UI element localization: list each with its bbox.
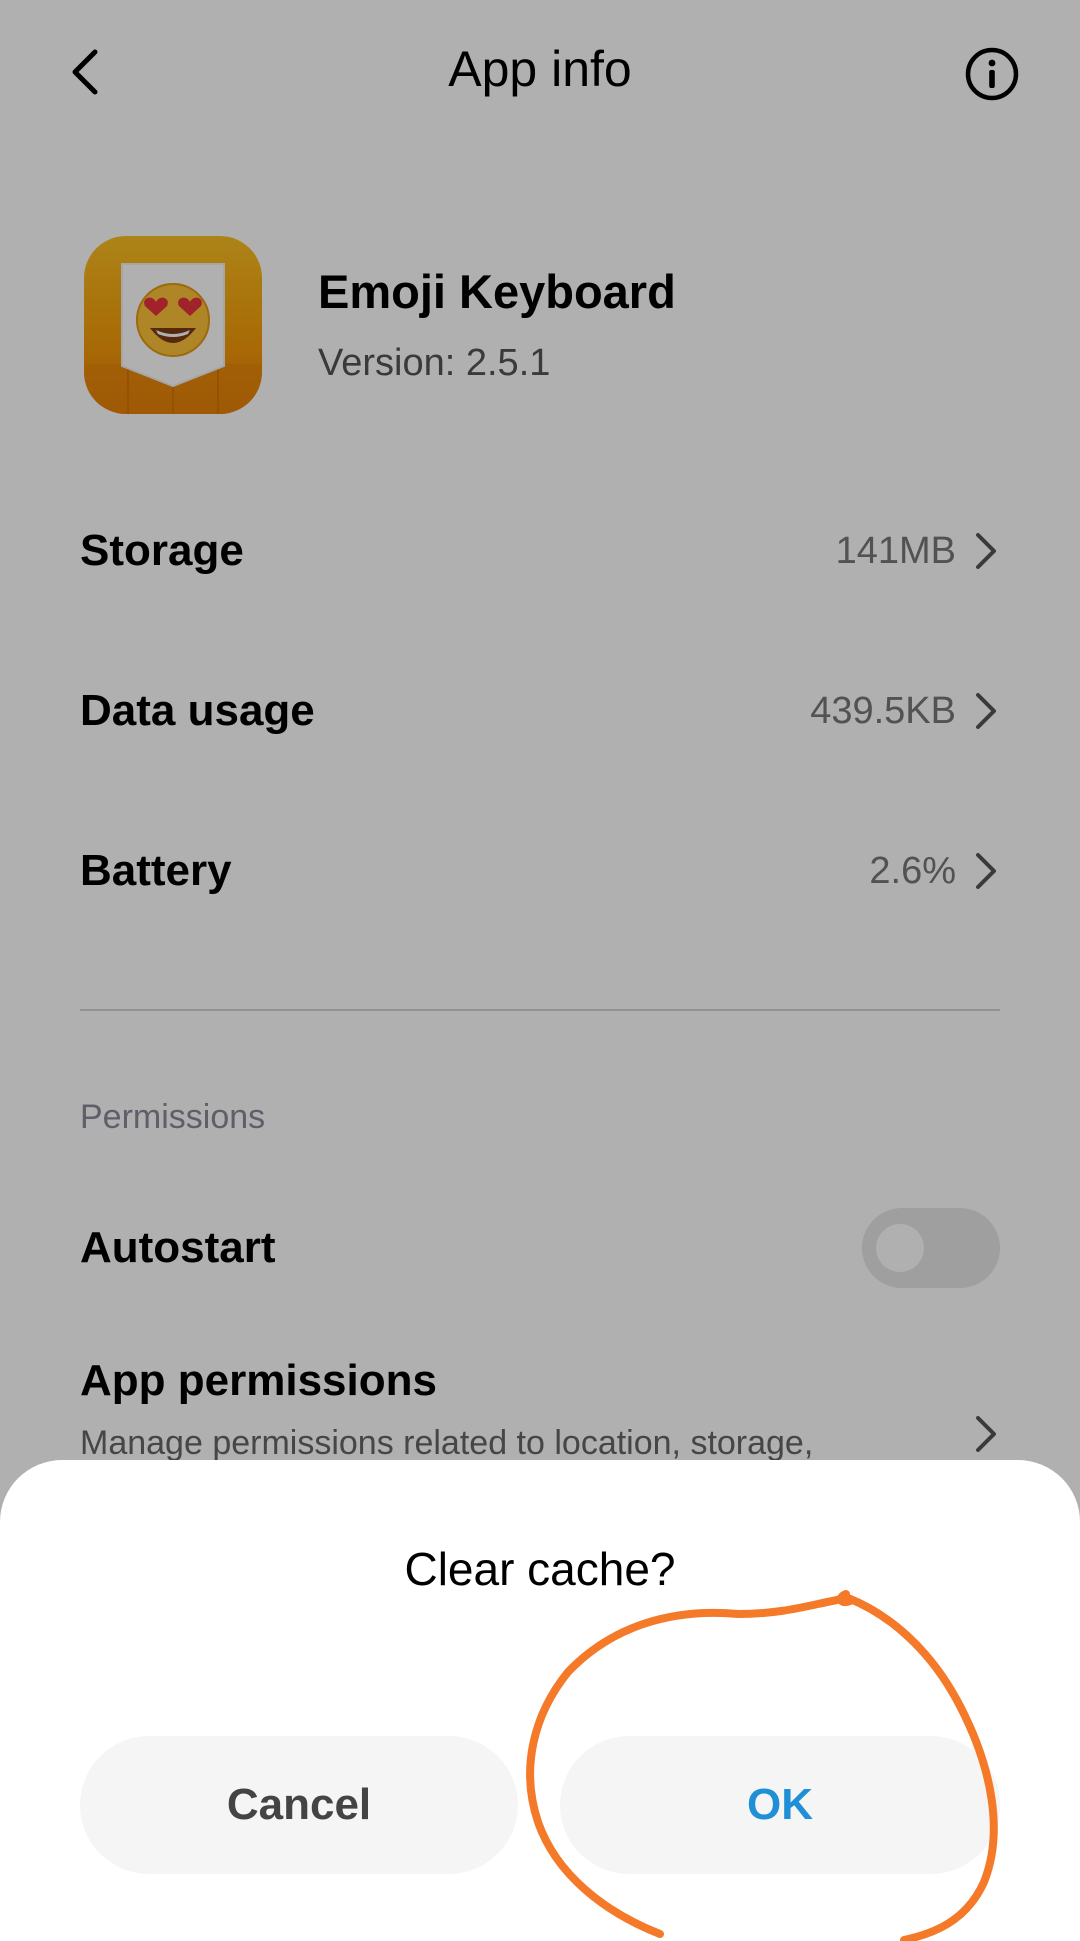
screen: App info Emoji Keyboard Version: 2.5.1 S… [0,0,1080,1941]
dialog-title: Clear cache? [404,1543,676,1595]
cancel-button[interactable]: Cancel [80,1736,518,1874]
clear-cache-dialog: Clear cache? Cancel OK [0,1460,1080,1941]
ok-button[interactable]: OK [560,1736,1000,1874]
